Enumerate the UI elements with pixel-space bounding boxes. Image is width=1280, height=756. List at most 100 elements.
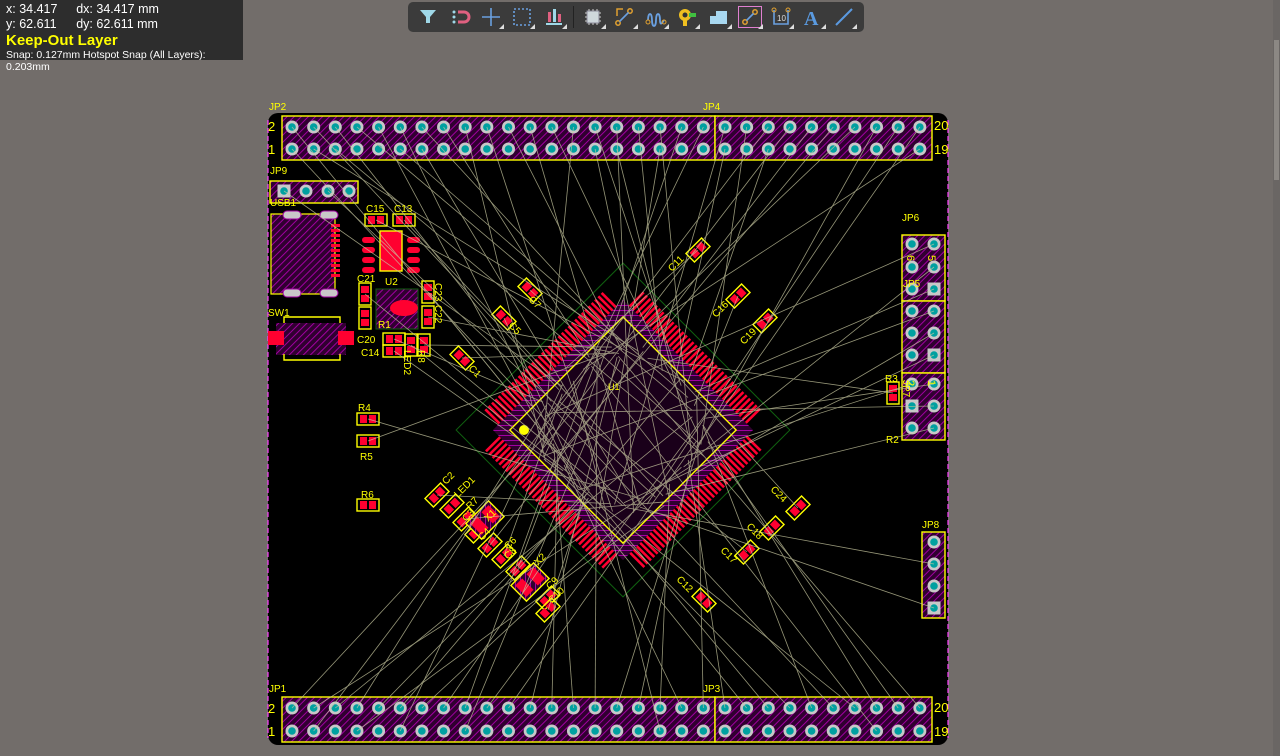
pin-number: 2 [904,380,916,386]
component-pad [369,415,376,423]
usb-pin-pad [331,234,340,237]
pin-hole [634,727,643,735]
pin-hole [526,727,534,735]
header-jp2 [281,115,716,161]
designator-usb1: USB1 [270,198,297,209]
component-pad [889,394,897,401]
pin-hole [288,727,296,735]
usb-pin-pad [331,274,340,277]
pin-hole [483,727,491,735]
u2-pad [362,267,375,273]
header-jp1 [281,696,716,743]
pin-number: 2 [268,701,275,716]
pin-hole [764,727,773,735]
pin-hole [930,582,938,590]
pin-hole [374,727,383,735]
pin-hole [677,145,686,153]
usb-connector [270,213,336,295]
u2-pad [362,237,375,243]
designator-r6: R6 [361,490,374,501]
component-pad [407,337,415,344]
pin-hole [418,727,426,735]
pin-hole [894,145,902,153]
usb-pin-pad [331,254,340,257]
pin-hole [908,351,916,359]
designator-c14: C14 [361,348,380,359]
designator-jp5: JP5 [903,279,921,290]
pin-number: 1 [268,724,275,739]
label-jp2: JP2 [269,102,287,113]
regulator-tab-pad [390,300,418,316]
usb-pin-pad [331,244,340,247]
u2-pad [407,247,420,253]
designator-c23: C23 [432,283,443,302]
pin-hole [829,727,838,735]
component-pad [368,216,375,224]
pcb-canvas[interactable]: JP2 JP4JP1 JP3212019212019JP9USB1C15 C13U2C… [0,0,1280,756]
component-pad [361,319,369,326]
pin-hole [894,727,902,735]
scrollbar-thumb[interactable] [1274,40,1279,180]
pin-hole [916,727,924,735]
label-jp1: JP1 [269,684,287,695]
usb-pin-pad [331,259,340,262]
u2-pad [407,257,420,263]
pin-hole [461,145,470,153]
component-pad [386,335,393,343]
pin-hole [908,424,916,432]
pin-hole [908,329,916,337]
designator-r2: R2 [886,435,899,446]
pin-hole [742,727,751,735]
pin-hole [374,145,383,153]
pin-number: 20 [934,700,948,715]
pin-hole [786,727,794,735]
pin-hole [699,727,708,735]
pin-number: 1 [268,142,275,157]
pin-hole [677,727,686,735]
component-pad [369,501,376,509]
u2-pad [362,257,375,263]
pin-hole [930,538,938,546]
usb-pin-pad [331,264,340,267]
pin-hole [908,263,916,271]
switch-pad [338,331,354,345]
pin-number: 2 [268,119,275,134]
label-jp3: JP3 [703,684,721,695]
component-pad [396,216,403,224]
component-pad [386,347,393,355]
pin-hole [829,145,838,153]
pin-hole [851,145,859,153]
pin-number: 1 [925,380,937,386]
pin-hole [872,145,881,153]
pin-hole [548,145,556,153]
usb-shield-pad [282,210,302,220]
usb-pin-pad [331,239,340,242]
vertical-scrollbar[interactable] [1273,0,1280,756]
pin-hole [908,240,916,248]
pin-hole [721,727,729,735]
pin-hole [699,145,708,153]
pin-hole [331,727,340,735]
pin-hole [504,727,513,735]
designator-jp8: JP8 [922,520,940,531]
designator-c20: C20 [357,335,376,346]
designator-c22: C22 [432,305,443,324]
pin-hole [302,187,310,195]
pin-hole [439,727,448,735]
pin-hole [851,727,859,735]
component-pad [424,318,432,325]
pin-hole [504,145,513,153]
pin-hole [526,145,534,153]
component-pad [360,437,367,445]
usb-pin-pad [331,224,340,227]
component-pad [360,415,367,423]
ic-u2 [379,230,403,272]
label-jp4: JP4 [703,102,721,113]
component-pad [360,501,367,509]
usb-pin-pad [331,249,340,252]
pin-hole [548,727,556,735]
pin-number: 5 [925,255,937,261]
designator-jp6: JP6 [902,213,920,224]
pin-hole [569,727,578,735]
usb-shield-pad [319,288,339,298]
